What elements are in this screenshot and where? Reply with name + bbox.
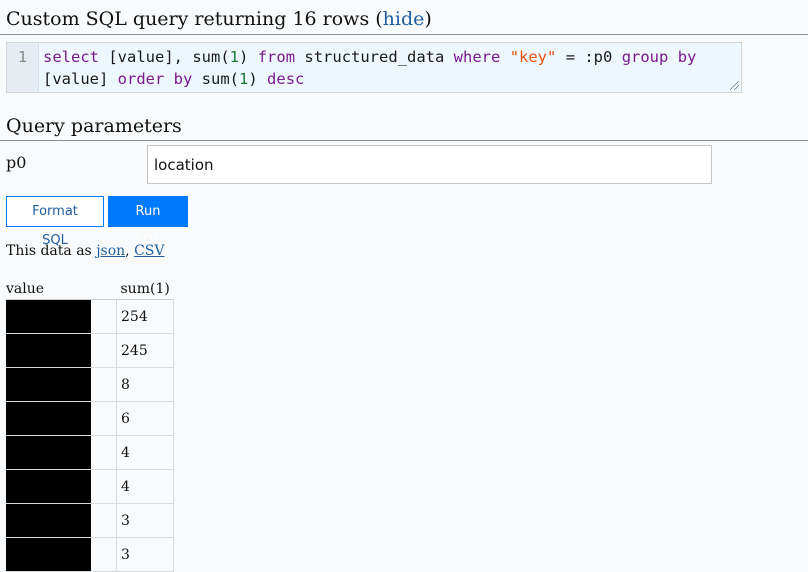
csv-link[interactable]: CSV: [134, 243, 164, 259]
query-heading-suffix: ): [424, 8, 432, 30]
sql-code[interactable]: select [value], sum(1) from structured_d…: [43, 46, 733, 90]
table-row: 245: [6, 333, 175, 368]
value-cell: [6, 333, 117, 368]
redacted-value: [6, 300, 91, 333]
sum-cell: 245: [115, 333, 175, 368]
sql-token: group: [621, 48, 669, 66]
redacted-value: [6, 402, 91, 435]
table-row: 4: [6, 435, 175, 470]
sum-cell: 254: [115, 299, 175, 334]
value-cell: [6, 503, 117, 538]
value-cell: [6, 537, 117, 572]
redacted-value: [6, 368, 91, 401]
sql-editor[interactable]: 1 select [value], sum(1) from structured…: [6, 42, 742, 93]
column-header-sum[interactable]: sum(1): [116, 278, 174, 300]
sql-token: by: [677, 48, 697, 66]
table-row: 6: [6, 401, 175, 436]
sql-token: [value],: [99, 48, 193, 66]
redacted-value: [6, 470, 91, 503]
table-row: 3: [6, 503, 175, 538]
value-cell: [6, 299, 117, 334]
query-heading: Custom SQL query returning 16 rows (hide…: [6, 6, 432, 32]
sum-cell: 4: [115, 435, 175, 470]
value-cell: [6, 367, 117, 402]
sql-token: 1: [229, 48, 240, 66]
run-sql-button[interactable]: Run SQL: [108, 196, 188, 248]
sql-token: ): [239, 48, 249, 66]
table-row: 4: [6, 469, 175, 504]
sql-token: select: [43, 48, 99, 66]
hide-link[interactable]: hide: [383, 8, 425, 30]
table-row: 8: [6, 367, 175, 402]
value-cell: [6, 435, 117, 470]
column-header-value[interactable]: value: [6, 278, 117, 300]
line-number-gutter: 1: [7, 43, 39, 92]
sql-token: sum(: [192, 70, 240, 88]
sum-cell: 3: [115, 503, 175, 538]
heading-rule: [0, 34, 808, 35]
export-prefix: This data as: [6, 243, 97, 259]
p0-label: p0: [6, 153, 27, 172]
p0-input[interactable]: [147, 145, 712, 184]
sum-cell: 8: [115, 367, 175, 402]
export-sep: ,: [125, 243, 135, 259]
table-header-row: value sum(1): [6, 278, 174, 300]
redacted-value: [6, 504, 91, 537]
json-link[interactable]: json: [96, 243, 125, 259]
query-heading-text: Custom SQL query returning 16 rows (: [6, 8, 383, 30]
table-row: 3: [6, 537, 175, 572]
sum-cell: 6: [115, 401, 175, 436]
export-links: This data as json, CSV: [6, 243, 165, 259]
value-cell: [6, 401, 117, 436]
sql-token: 1: [239, 70, 249, 88]
sum-cell: 4: [115, 469, 175, 504]
sql-token: from: [257, 48, 296, 66]
sql-token: desc: [267, 70, 305, 88]
results-table: value sum(1) 254 245 8 6 4 4 3 3: [6, 278, 175, 572]
sql-token: (: [220, 48, 230, 66]
sql-token: sum: [192, 48, 221, 66]
params-heading: Query parameters: [6, 115, 182, 137]
params-rule: [0, 140, 808, 141]
redacted-value: [6, 334, 91, 367]
sql-token: structured_data: [295, 48, 454, 66]
table-row: 254: [6, 299, 175, 334]
sql-token: ): [248, 70, 268, 88]
sql-token: "key": [509, 48, 557, 66]
sql-token: where: [453, 48, 501, 66]
redacted-value: [6, 538, 91, 571]
format-sql-button[interactable]: Format SQL: [6, 196, 104, 248]
redacted-value: [6, 436, 91, 469]
sql-token: order: [117, 70, 165, 88]
resize-grip-icon[interactable]: [730, 81, 739, 90]
sql-token: = :p0: [556, 48, 622, 66]
value-cell: [6, 469, 117, 504]
sum-cell: 3: [115, 537, 175, 572]
sql-token: by: [173, 70, 193, 88]
